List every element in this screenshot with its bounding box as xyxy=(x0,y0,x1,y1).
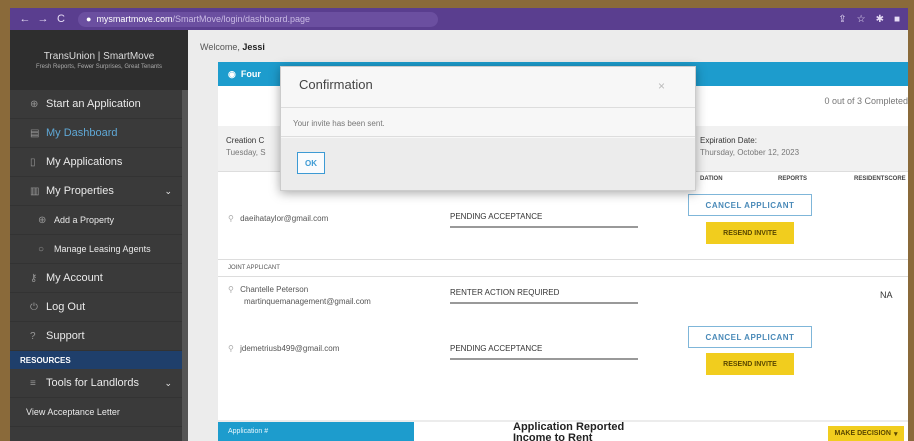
sidebar-item-logout[interactable]: ⏻ Log Out xyxy=(10,293,188,322)
sidebar-item-applications[interactable]: ▯ My Applications xyxy=(10,148,188,177)
sidebar: TransUnion | SmartMove Fresh Reports, Fe… xyxy=(10,30,188,441)
logout-icon: ⏻ xyxy=(30,301,38,313)
col-header-residentscore: RESIDENTSCORE xyxy=(854,176,906,182)
browser-bar: ← → C ● mysmartmove.com /SmartMove/login… xyxy=(10,8,908,30)
resources-header: RESOURCES xyxy=(10,351,188,369)
applicant-status: RENTER ACTION REQUIRED xyxy=(450,288,638,304)
sidebar-item-label: My Account xyxy=(46,272,103,284)
chevron-down-icon: ⌄ xyxy=(164,185,172,196)
person-icon: ⚲ xyxy=(228,344,234,353)
expiration-label: Expiration Date: xyxy=(700,136,757,145)
applicant-email: ⚲ jdemetriusb499@gmail.com xyxy=(228,344,339,353)
applicant-status: PENDING ACCEPTANCE xyxy=(450,212,638,228)
brand-name: TransUnion | SmartMove xyxy=(43,50,155,62)
sidebar-item-label: Tools for Landlords xyxy=(46,377,139,389)
confirmation-dialog: Confirmation × Your invite has been sent… xyxy=(280,66,696,191)
dialog-message: Your invite has been sent. xyxy=(281,107,695,137)
applicant-name-text: Chantelle Peterson xyxy=(240,285,309,294)
sidebar-item-start-application[interactable]: ⊕ Start an Application xyxy=(10,90,188,119)
chevron-down-icon: ▾ xyxy=(893,430,898,438)
sidebar-item-label: Add a Property xyxy=(54,215,115,225)
sidebar-item-label: My Applications xyxy=(46,156,123,168)
info-icon: ◉ xyxy=(228,68,236,79)
address-bar[interactable]: ● mysmartmove.com /SmartMove/login/dashb… xyxy=(78,11,438,27)
card-header-title: Four xyxy=(240,69,261,79)
dialog-footer: OK xyxy=(281,138,695,190)
applicant-email: ⚲ daeihataylor@gmail.com xyxy=(228,214,328,223)
chevron-down-icon: ⌄ xyxy=(164,377,172,388)
screen-frame: ← → C ● mysmartmove.com /SmartMove/login… xyxy=(10,8,908,441)
main-content: Welcome, Jessi ◉ Four 0 out of 3 Complet… xyxy=(188,30,908,441)
url-host: mysmartmove.com xyxy=(96,14,173,24)
sidebar-item-add-property[interactable]: ⊕ Add a Property xyxy=(10,206,188,235)
welcome-prefix: Welcome, xyxy=(200,42,240,52)
sidebar-item-leasing-agents[interactable]: ○ Manage Leasing Agents xyxy=(10,235,188,264)
applicant-email-text: martinquemanagement@gmail.com xyxy=(244,297,371,306)
forward-button[interactable]: → xyxy=(36,13,50,25)
sidebar-item-account[interactable]: ⚷ My Account xyxy=(10,264,188,293)
star-icon[interactable]: ☆ xyxy=(857,14,866,25)
resend-invite-button[interactable]: RESEND INVITE xyxy=(706,222,794,244)
extensions-icon[interactable]: ✱ xyxy=(876,14,884,25)
help-icon: ? xyxy=(30,330,36,342)
person-icon: ⚲ xyxy=(228,285,234,294)
col-header-dation: DATION xyxy=(700,176,723,182)
plus-icon: ⊕ xyxy=(38,214,47,226)
application-summary-card: Application # Application Reported Incom… xyxy=(218,422,908,441)
resident-score-value: NA xyxy=(880,290,893,300)
make-decision-button[interactable]: MAKE DECISION ▾ xyxy=(828,426,904,441)
close-icon[interactable]: × xyxy=(658,79,665,93)
share-icon[interactable]: ⇪ xyxy=(838,14,846,25)
resend-invite-button[interactable]: RESEND INVITE xyxy=(706,353,794,375)
brand-logo[interactable]: TransUnion | SmartMove Fresh Reports, Fe… xyxy=(10,30,188,90)
applicant-email-text: jdemetriusb499@gmail.com xyxy=(240,344,340,353)
applicant-email-text: daeihataylor@gmail.com xyxy=(240,214,329,223)
brand-tagline: Fresh Reports, Fewer Surprises, Great Te… xyxy=(36,63,162,70)
lock-icon: ● xyxy=(86,14,92,24)
key-icon: ⚷ xyxy=(30,272,38,284)
sidebar-item-label: Support xyxy=(46,330,85,342)
application-reported-title: Application Reported Income to Rent xyxy=(513,422,624,441)
make-decision-label: MAKE DECISION xyxy=(834,430,891,437)
applicant-name: ⚲ Chantelle Peterson xyxy=(228,285,308,294)
tools-icon: ≡ xyxy=(30,377,36,389)
sidebar-item-tools[interactable]: ≡ Tools for Landlords ⌄ xyxy=(10,369,188,398)
dialog-title: Confirmation xyxy=(299,77,373,92)
user-icon: ○ xyxy=(38,243,45,255)
sidebar-item-dashboard[interactable]: ▤ My Dashboard xyxy=(10,119,188,148)
joint-applicant-header: JOINT APPLICANT xyxy=(218,259,908,277)
creation-value: Tuesday, S xyxy=(226,148,266,157)
sidebar-item-label: My Properties xyxy=(46,185,114,197)
sidebar-item-support[interactable]: ? Support xyxy=(10,322,188,351)
application-number-label: Application # xyxy=(218,422,414,441)
cancel-applicant-button[interactable]: CANCEL APPLICANT xyxy=(688,194,812,216)
expiration-value: Thursday, October 12, 2023 xyxy=(700,148,800,157)
document-icon: ▯ xyxy=(30,156,36,168)
sidebar-item-label: Start an Application xyxy=(46,98,141,110)
applicant-status: PENDING ACCEPTANCE xyxy=(450,344,638,360)
cancel-applicant-button[interactable]: CANCEL APPLICANT xyxy=(688,326,812,348)
person-icon: ⚲ xyxy=(228,214,234,223)
welcome-text: Welcome, Jessi xyxy=(200,42,265,52)
window-icon[interactable]: ■ xyxy=(894,14,900,25)
completed-count: 0 out of 3 Completed xyxy=(824,96,908,106)
back-button[interactable]: ← xyxy=(18,13,32,25)
sidebar-item-label: View Acceptance Letter xyxy=(26,407,120,417)
plus-icon: ⊕ xyxy=(30,98,39,110)
url-path: /SmartMove/login/dashboard.page xyxy=(172,14,311,24)
dashboard-icon: ▤ xyxy=(30,127,40,139)
ok-button[interactable]: OK xyxy=(297,152,325,174)
sidebar-item-properties[interactable]: ▥ My Properties ⌄ xyxy=(10,177,188,206)
sidebar-item-label: Manage Leasing Agents xyxy=(54,244,151,254)
browser-actions: ⇪ ☆ ✱ ■ xyxy=(838,14,900,25)
sidebar-item-label: My Dashboard xyxy=(46,127,118,139)
application-reported-line2: Income to Rent xyxy=(513,432,593,441)
reload-button[interactable]: C xyxy=(54,13,68,25)
building-icon: ▥ xyxy=(30,185,40,197)
sidebar-item-acceptance-letter[interactable]: View Acceptance Letter xyxy=(10,398,188,427)
creation-label: Creation C xyxy=(226,136,265,145)
col-header-reports: REPORTS xyxy=(778,176,808,182)
sidebar-item-label: Log Out xyxy=(46,301,86,313)
welcome-name: Jessi xyxy=(242,42,265,52)
